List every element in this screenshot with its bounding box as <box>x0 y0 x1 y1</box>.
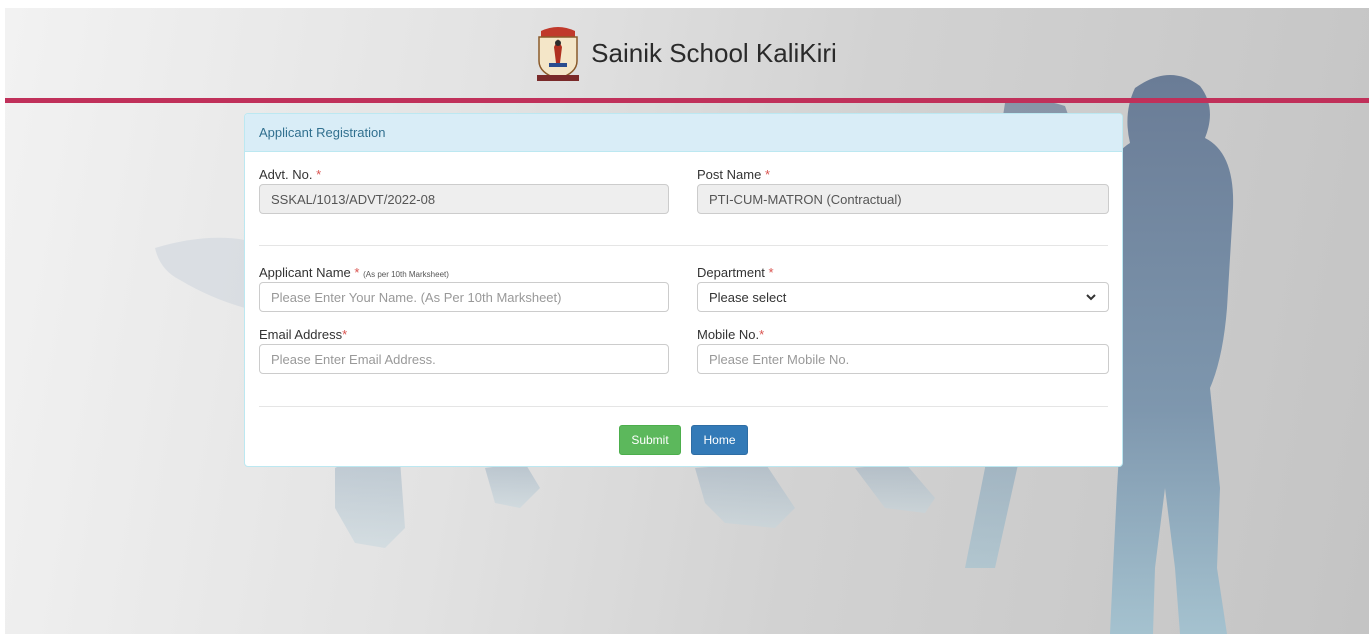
section-divider <box>259 245 1108 246</box>
required-mark: * <box>354 265 360 280</box>
advt-no-field[interactable] <box>259 184 669 214</box>
marksheet-note: (As per 10th Marksheet) <box>363 270 449 279</box>
email-label-text: Email Address <box>259 327 343 342</box>
department-label: Department * <box>697 265 774 280</box>
department-select[interactable]: Please select <box>697 282 1109 312</box>
panel-heading: Applicant Registration <box>245 114 1122 152</box>
department-label-text: Department <box>697 265 765 280</box>
registration-panel: Applicant Registration Advt. No. * Post … <box>244 113 1123 467</box>
header-accent-line <box>5 98 1369 103</box>
form-footer-divider <box>259 406 1108 407</box>
email-label: Email Address* <box>259 327 347 342</box>
required-mark: * <box>316 167 322 182</box>
chevron-down-icon <box>1086 294 1096 301</box>
department-selected-value: Please select <box>709 289 787 305</box>
required-mark: * <box>768 265 774 280</box>
mobile-field[interactable] <box>697 344 1109 374</box>
mobile-label: Mobile No.* <box>697 327 764 342</box>
post-name-label-text: Post Name <box>697 167 762 182</box>
required-mark: * <box>764 167 770 182</box>
required-mark: * <box>759 327 765 342</box>
applicant-name-label: Applicant Name * (As per 10th Marksheet) <box>259 265 449 280</box>
home-button[interactable]: Home <box>691 425 748 455</box>
brand: Sainik School KaliKiri <box>531 23 837 83</box>
required-mark: * <box>342 327 348 342</box>
advt-no-label: Advt. No. * <box>259 167 321 182</box>
applicant-name-field[interactable] <box>259 282 669 312</box>
advt-no-label-text: Advt. No. <box>259 167 313 182</box>
mobile-label-text: Mobile No. <box>697 327 760 342</box>
site-title: Sainik School KaliKiri <box>591 37 837 68</box>
post-name-label: Post Name * <box>697 167 770 182</box>
applicant-name-label-text: Applicant Name <box>259 265 351 280</box>
site-header: Sainik School KaliKiri <box>5 8 1369 98</box>
post-name-field[interactable] <box>697 184 1109 214</box>
email-field[interactable] <box>259 344 669 374</box>
submit-button[interactable]: Submit <box>619 425 681 455</box>
school-crest-icon <box>537 27 580 81</box>
